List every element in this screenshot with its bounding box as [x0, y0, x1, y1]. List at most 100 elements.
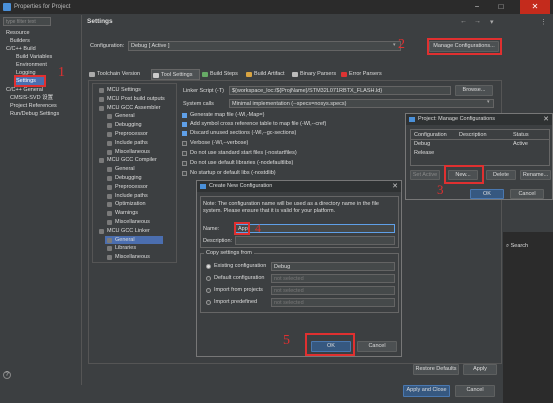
ide-background-panel: [503, 232, 553, 403]
existing-config-select[interactable]: Debug: [271, 262, 395, 271]
help-icon[interactable]: ?: [3, 371, 11, 379]
option-cref[interactable]: Add symbol cross reference table to map …: [182, 121, 326, 128]
tree-asm-debugging[interactable]: Debugging: [105, 121, 142, 130]
col-status: Status: [513, 132, 529, 138]
sidebar-item-environment[interactable]: Environment: [16, 61, 47, 69]
configuration-select[interactable]: Debug [ Active ]: [128, 41, 401, 51]
browse-button[interactable]: Browse...: [455, 85, 493, 96]
row-debug-status: Active: [513, 141, 528, 147]
tab-error-parsers[interactable]: Error Parsers: [340, 69, 386, 80]
system-calls-label: System calls: [183, 101, 214, 107]
close-button[interactable]: ✕: [520, 0, 550, 14]
sidebar-item-project-references[interactable]: Project References: [10, 102, 57, 110]
col-configuration: Configuration: [414, 132, 447, 138]
cancel-button[interactable]: Cancel: [455, 385, 495, 397]
apply-and-close-button[interactable]: Apply and Close: [403, 385, 450, 397]
settings-icon: [107, 123, 112, 129]
sidebar-item-resource[interactable]: Resource: [6, 29, 30, 37]
settings-icon: [107, 167, 112, 173]
tree-mcu-settings[interactable]: MCU Settings: [97, 86, 141, 95]
tree-post-build[interactable]: MCU Post build outputs: [97, 95, 165, 104]
tree-cc-warnings[interactable]: Warnings: [105, 209, 138, 218]
default-config-select[interactable]: not selected: [271, 274, 395, 283]
set-active-button[interactable]: Set Active: [410, 170, 440, 180]
checkbox-checked-icon: [182, 122, 187, 127]
radio-default[interactable]: [206, 276, 211, 281]
option-nostartfiles[interactable]: Do not use standard start files (-nostar…: [182, 150, 297, 157]
import-projects-select[interactable]: not selected: [271, 286, 395, 295]
settings-icon: [99, 96, 104, 102]
search-view-tab[interactable]: ⌕ Search: [506, 243, 528, 250]
tab-tool-settings[interactable]: Tool Settings: [151, 69, 200, 80]
search-icon: ⌕: [506, 243, 510, 249]
close-icon: ✕: [543, 116, 549, 123]
restore-defaults-button[interactable]: Restore Defaults: [413, 364, 459, 375]
description-input[interactable]: [235, 236, 395, 245]
tree-cc-general[interactable]: General: [105, 165, 135, 174]
create-configuration-dialog: Create New Configuration ✕ Note: The conf…: [196, 180, 402, 357]
delete-button[interactable]: Delete: [486, 170, 516, 180]
settings-icon: [107, 246, 112, 252]
tree-ld-general[interactable]: General: [105, 235, 163, 245]
minimize-button[interactable]: −: [466, 0, 488, 14]
tree-ld-libraries[interactable]: Libraries: [105, 244, 136, 253]
row-debug-name[interactable]: Debug: [414, 140, 430, 148]
annotation-3: 3: [437, 182, 444, 197]
more-icon[interactable]: ⋮: [540, 18, 548, 26]
sidebar-item-run-debug[interactable]: Run/Debug Settings: [10, 110, 59, 118]
tree-asm-include[interactable]: Include paths: [105, 139, 148, 148]
tree-ld-misc[interactable]: Miscellaneous: [105, 253, 150, 262]
linker-script-input[interactable]: ${workspace_loc:/${ProjName}/STM32L071RB…: [229, 86, 451, 95]
sidebar-item-cpp-build[interactable]: C/C++ Build: [6, 45, 36, 53]
tab-binary-parsers[interactable]: Binary Parsers: [291, 69, 339, 80]
tools-icon: [153, 73, 159, 78]
annotation-box-manage: [427, 38, 502, 55]
option-nodefaultlibs[interactable]: Do not use default libraries (-nodefault…: [182, 160, 293, 167]
tree-asm-preprocessor[interactable]: Preprocessor: [105, 130, 148, 139]
option-nostdlib[interactable]: No startup or default libs (-nostdlib): [182, 170, 276, 177]
manage-ok-button[interactable]: OK: [470, 189, 504, 199]
annotation-box-new: [444, 165, 484, 184]
tree-cc-optimization[interactable]: Optimization: [105, 200, 146, 209]
manage-cancel-button[interactable]: Cancel: [510, 189, 544, 199]
rename-button[interactable]: Rename...: [520, 170, 551, 180]
option-verbose[interactable]: Verbose (-Wl,--verbose): [182, 140, 248, 147]
tree-cc-preprocessor[interactable]: Preprocessor: [105, 183, 148, 192]
create-cancel-button[interactable]: Cancel: [357, 341, 397, 352]
tree-compiler[interactable]: MCU GCC Compiler: [97, 156, 157, 165]
tree-asm-general[interactable]: General: [105, 112, 135, 121]
back-icon[interactable]: ←: [460, 18, 468, 25]
sidebar-item-cpp-general[interactable]: C/C++ General: [6, 86, 43, 94]
radio-import-projects[interactable]: [206, 288, 211, 293]
sidebar-item-build-variables[interactable]: Build Variables: [16, 53, 52, 61]
import-predefined-select[interactable]: not selected: [271, 298, 395, 307]
option-gc-sections[interactable]: Discard unused sections (-Wl,--gc-sectio…: [182, 130, 296, 137]
tab-build-steps[interactable]: Build Steps: [201, 69, 243, 80]
tab-toolchain-version[interactable]: Toolchain Version: [88, 69, 150, 80]
tree-asm-misc[interactable]: Miscellaneous: [105, 148, 150, 157]
radio-import-predefined[interactable]: [206, 300, 211, 305]
tree-cc-include[interactable]: Include paths: [105, 192, 148, 201]
forward-icon[interactable]: →: [474, 18, 482, 25]
default-config-label: Default configuration: [214, 275, 265, 281]
tree-assembler[interactable]: MCU GCC Assembler: [97, 104, 160, 113]
tab-build-artifact[interactable]: Build Artifact: [245, 69, 289, 80]
name-group: Note: The configuration name will be use…: [200, 196, 399, 248]
system-calls-select[interactable]: Minimal implementation (--specs=nosys.sp…: [229, 99, 494, 108]
filter-input[interactable]: type filter text: [3, 17, 51, 26]
sidebar-item-cmsis-svd[interactable]: CMSIS-SVD 设置: [10, 94, 53, 102]
checkbox-checked-icon: [182, 113, 187, 118]
sidebar-item-builders[interactable]: Builders: [10, 37, 30, 45]
apply-button[interactable]: Apply: [463, 364, 497, 375]
row-release-name[interactable]: Release: [414, 149, 434, 157]
maximize-button[interactable]: □: [490, 0, 512, 14]
annotation-4: 4: [255, 221, 261, 235]
menu-dropdown-icon[interactable]: ▾: [490, 18, 498, 26]
tree-cc-misc[interactable]: Miscellaneous: [105, 218, 150, 227]
radio-existing[interactable]: [206, 264, 211, 269]
tree-cc-debugging[interactable]: Debugging: [105, 174, 142, 183]
tree-linker[interactable]: MCU GCC Linker: [97, 227, 150, 236]
note-text: Note: The configuration name will be use…: [203, 201, 379, 214]
option-map-file[interactable]: Generate map file (-Wl,-Map=): [182, 112, 264, 119]
binary-parsers-icon: [292, 72, 298, 77]
